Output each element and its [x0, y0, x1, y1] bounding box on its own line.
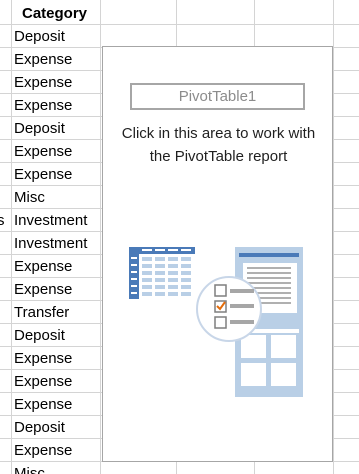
category-cell[interactable]: Expense [14, 349, 72, 368]
category-cell[interactable]: Expense [14, 257, 72, 276]
category-cell[interactable]: Expense [14, 50, 72, 69]
category-cell[interactable]: Expense [14, 441, 72, 460]
category-cell[interactable]: Expense [14, 395, 72, 414]
category-cell[interactable]: Investment [14, 234, 87, 253]
category-cell[interactable]: Deposit [14, 418, 65, 437]
category-cell[interactable]: Expense [14, 142, 72, 161]
category-cell[interactable]: Expense [14, 73, 72, 92]
table-row[interactable]: Misc [0, 462, 359, 474]
pivot-table-name-box: PivotTable1 [130, 83, 305, 110]
category-cell[interactable]: Expense [14, 96, 72, 115]
pivot-instruction-text: Click in this area to work with the Pivo… [107, 122, 330, 168]
category-cell[interactable]: Expense [14, 280, 72, 299]
table-row[interactable]: Deposit [0, 25, 359, 48]
category-cell[interactable]: Expense [14, 372, 72, 391]
pivot-instruction-line-2: the PivotTable report [149, 148, 288, 165]
pivot-table-placeholder[interactable]: PivotTable1 Click in this area to work w… [102, 46, 333, 462]
category-cell[interactable]: Misc [14, 188, 45, 207]
category-cell[interactable]: Expense [14, 165, 72, 184]
category-cell[interactable]: Investment [14, 211, 87, 230]
spreadsheet-grid[interactable]: Category Deposit Expense Expense Expense… [0, 0, 359, 474]
truncated-cell-fragment: s [0, 212, 5, 229]
category-cell[interactable]: Misc [14, 464, 45, 474]
header-row: Category [0, 2, 359, 25]
category-cell[interactable]: Deposit [14, 27, 65, 46]
category-cell[interactable]: Deposit [14, 326, 65, 345]
category-cell[interactable]: Deposit [14, 119, 65, 138]
category-column-header[interactable]: Category [22, 4, 87, 23]
pivot-table-illustration-icon [129, 247, 303, 397]
pivot-instruction-line-1: Click in this area to work with [121, 125, 316, 142]
category-cell[interactable]: Transfer [14, 303, 69, 322]
